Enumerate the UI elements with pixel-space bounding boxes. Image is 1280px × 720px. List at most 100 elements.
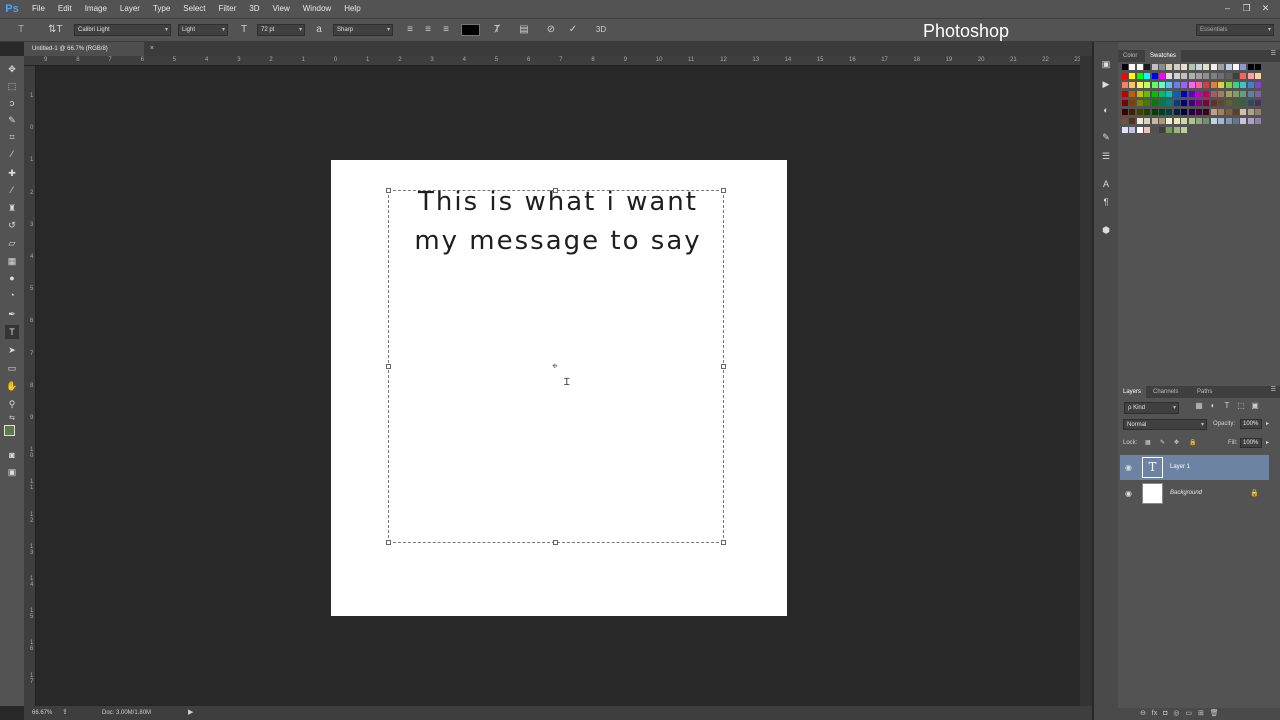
quick-select-tool-icon[interactable]: ✎: [5, 113, 19, 127]
color-swatch[interactable]: [1233, 109, 1239, 115]
rectangle-tool-icon[interactable]: ▭: [5, 361, 19, 375]
menu-select[interactable]: Select: [175, 0, 210, 18]
color-swatch[interactable]: [1144, 100, 1151, 106]
character-panel-icon[interactable]: A: [1099, 177, 1113, 191]
color-swatch[interactable]: [1188, 82, 1195, 88]
type-tool-icon[interactable]: T: [5, 325, 19, 339]
restore-button[interactable]: ❐: [1238, 1, 1255, 15]
color-swatch[interactable]: [1218, 118, 1225, 124]
color-swatch[interactable]: [1233, 91, 1239, 97]
color-swatch[interactable]: [1225, 91, 1232, 97]
color-swatch[interactable]: [1188, 109, 1195, 115]
color-swatch[interactable]: [1196, 118, 1202, 124]
color-swatch[interactable]: [1210, 100, 1217, 106]
hand-tool-icon[interactable]: ✋: [5, 379, 19, 393]
color-swatch[interactable]: [1255, 100, 1262, 106]
align-center-icon[interactable]: ≡: [421, 24, 435, 36]
color-swatch[interactable]: [1240, 109, 1247, 115]
color-swatch[interactable]: [1203, 118, 1210, 124]
visibility-eye-icon[interactable]: ◉: [1125, 463, 1132, 472]
tab-color[interactable]: Color: [1118, 50, 1142, 62]
menu-view[interactable]: View: [265, 0, 295, 18]
3d-panel-icon[interactable]: ⬢: [1099, 223, 1113, 237]
color-swatch[interactable]: [1129, 118, 1136, 124]
color-swatch[interactable]: [1136, 64, 1143, 70]
zoom-level[interactable]: 66.67%: [32, 706, 52, 720]
crop-tool-icon[interactable]: ⌗: [5, 130, 19, 144]
properties-panel-icon[interactable]: ☰: [1099, 149, 1113, 163]
opacity-slider-icon[interactable]: ▸: [1266, 419, 1269, 430]
layer-filter-select[interactable]: ρ Kind ▾: [1124, 402, 1179, 414]
marquee-tool-icon[interactable]: ⬚: [5, 79, 19, 93]
color-swatch[interactable]: [1210, 73, 1217, 79]
brush-tool-icon[interactable]: ⁄: [5, 183, 19, 197]
color-swatch[interactable]: [1122, 100, 1128, 106]
layer-name[interactable]: Layer 1: [1170, 455, 1190, 480]
color-swatch[interactable]: [1129, 127, 1136, 133]
text-layer-content[interactable]: This is what i want my message to say: [398, 183, 718, 261]
color-swatch[interactable]: [1122, 118, 1128, 124]
color-swatch[interactable]: [1122, 109, 1128, 115]
color-swatch[interactable]: [1181, 64, 1188, 70]
color-swatch[interactable]: [1210, 91, 1217, 97]
filter-pixel-icon[interactable]: ▦: [1193, 401, 1205, 410]
color-swatch[interactable]: [1218, 109, 1225, 115]
lock-all-icon[interactable]: 🔒: [1189, 438, 1196, 449]
color-swatch[interactable]: [1255, 109, 1262, 115]
color-swatch[interactable]: [1173, 73, 1180, 79]
color-swatch[interactable]: [1247, 100, 1254, 106]
color-swatch[interactable]: [1255, 118, 1262, 124]
color-swatch[interactable]: [1144, 118, 1151, 124]
color-swatch[interactable]: [1188, 73, 1195, 79]
move-tool-icon[interactable]: ✥: [5, 62, 19, 76]
color-swatch[interactable]: [1225, 109, 1232, 115]
color-swatch[interactable]: [1210, 118, 1217, 124]
color-swatch[interactable]: [1166, 100, 1173, 106]
tab-channels[interactable]: Channels: [1148, 386, 1183, 398]
adjustments-panel-icon[interactable]: ◐: [1099, 103, 1113, 117]
color-swatch[interactable]: [1225, 118, 1232, 124]
layer-row-layer-1[interactable]: ◉ T Layer 1: [1120, 455, 1269, 480]
filter-type-icon[interactable]: T: [1221, 401, 1233, 410]
color-swatch[interactable]: [1247, 64, 1254, 70]
menu-file[interactable]: File: [24, 0, 50, 18]
color-swatch[interactable]: [1181, 100, 1188, 106]
layer-row-background[interactable]: ◉ Background 🔒: [1120, 481, 1269, 506]
paragraph-panel-icon[interactable]: ¶: [1099, 195, 1113, 209]
color-swatch[interactable]: [1203, 82, 1210, 88]
minimize-button[interactable]: ‒: [1219, 1, 1236, 15]
menu-type[interactable]: Type: [145, 0, 175, 18]
color-swatch[interactable]: [1159, 64, 1165, 70]
eyedropper-tool-icon[interactable]: ⁄: [5, 147, 19, 161]
color-swatch[interactable]: [1240, 64, 1247, 70]
resize-handle[interactable]: [386, 540, 391, 545]
history-panel-icon[interactable]: ▣: [1099, 57, 1113, 71]
color-swatch[interactable]: [1129, 109, 1136, 115]
type-tool-preset-icon[interactable]: T: [14, 24, 28, 36]
brush-panel-icon[interactable]: ✎: [1099, 130, 1113, 144]
color-swatch[interactable]: [1181, 82, 1188, 88]
color-swatch[interactable]: [1255, 82, 1262, 88]
filter-smart-object-icon[interactable]: ▣: [1249, 401, 1261, 410]
color-swatch[interactable]: [1129, 73, 1136, 79]
opacity-input[interactable]: 100%: [1240, 419, 1262, 429]
tab-swatches[interactable]: Swatches: [1145, 50, 1182, 62]
commit-edit-icon[interactable]: ✓: [566, 24, 580, 36]
color-swatch[interactable]: [1196, 73, 1202, 79]
color-swatch[interactable]: [1247, 82, 1254, 88]
color-swatch[interactable]: [1196, 109, 1202, 115]
color-swatch[interactable]: [1151, 118, 1158, 124]
warp-text-icon[interactable]: Ⱦ: [490, 24, 504, 36]
lock-transparent-icon[interactable]: ▦: [1145, 438, 1151, 449]
font-family-select[interactable]: Calibri Light ▾: [74, 24, 171, 36]
color-swatch[interactable]: [1203, 73, 1210, 79]
color-swatch[interactable]: [1129, 100, 1136, 106]
color-swatch[interactable]: [1144, 91, 1151, 97]
color-swatch[interactable]: [1159, 82, 1165, 88]
filter-shape-icon[interactable]: ⬚: [1235, 401, 1247, 410]
actions-panel-icon[interactable]: ▶: [1099, 77, 1113, 91]
color-swatch[interactable]: [1159, 100, 1165, 106]
color-swatch[interactable]: [1203, 91, 1210, 97]
color-swatch[interactable]: [1233, 118, 1239, 124]
resize-handle[interactable]: [553, 540, 558, 545]
